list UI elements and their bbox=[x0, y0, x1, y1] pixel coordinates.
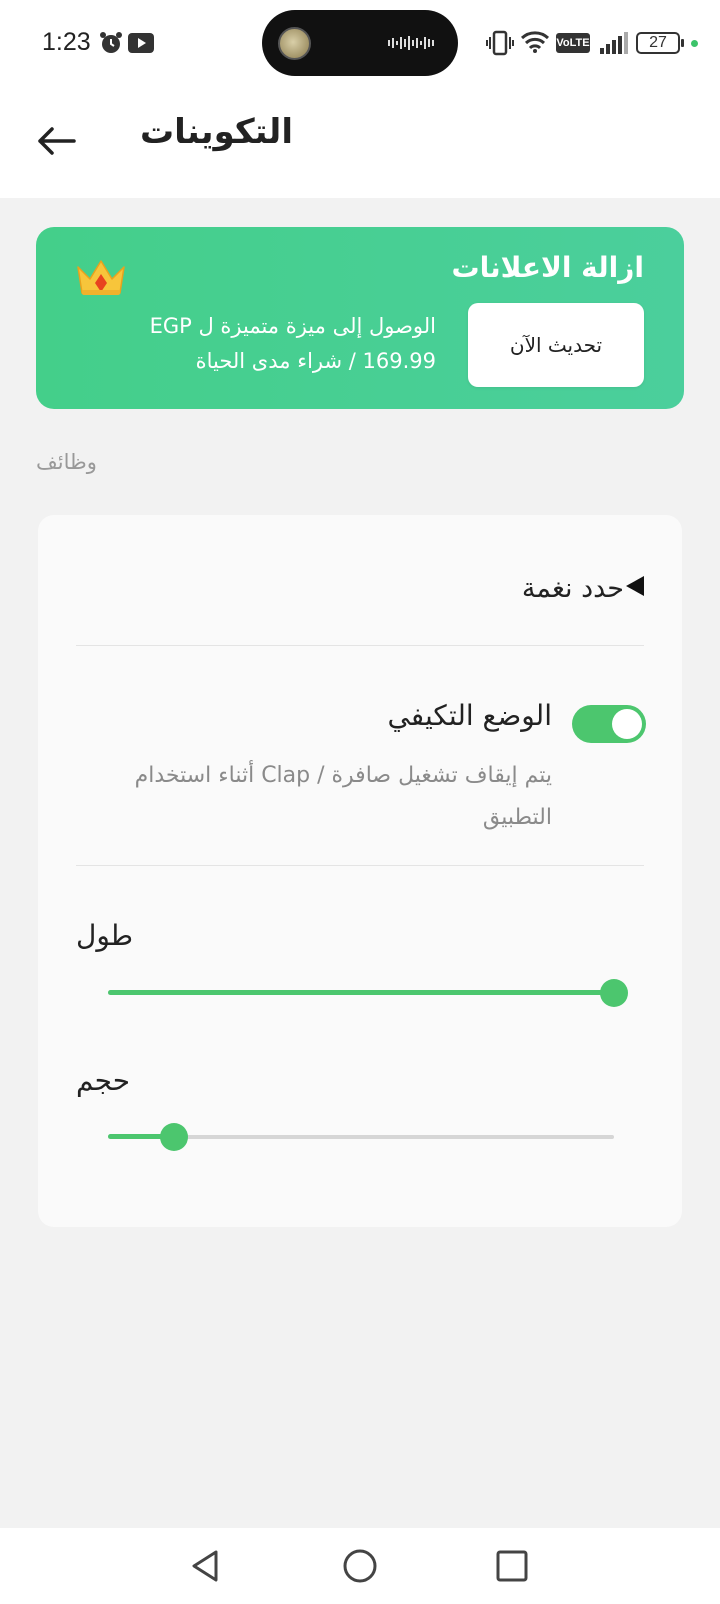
privacy-indicator-dot bbox=[691, 40, 698, 47]
length-slider[interactable] bbox=[108, 978, 628, 1008]
remove-ads-banner: ازالة الاعلانات الوصول إلى ميزة متميزة ل… bbox=[36, 227, 684, 409]
slider-fill bbox=[108, 990, 614, 995]
slider-thumb[interactable] bbox=[600, 979, 628, 1007]
volume-label: حجم bbox=[76, 1064, 131, 1097]
audio-wave-icon bbox=[388, 35, 438, 55]
select-tone-label: حدد نغمة bbox=[522, 573, 646, 605]
adaptive-mode-description: يتم إيقاف تشغيل صافرة / Clap أثناء استخد… bbox=[134, 763, 552, 830]
media-avatar bbox=[278, 27, 311, 60]
select-tone-text: حدد نغمة bbox=[521, 573, 624, 604]
status-time: 1:23 bbox=[42, 28, 91, 56]
section-label-functions: وظائف bbox=[36, 450, 97, 474]
adaptive-mode-toggle[interactable] bbox=[572, 705, 646, 743]
dynamic-island bbox=[262, 10, 458, 76]
system-nav-bar bbox=[0, 1528, 720, 1604]
nav-home-button[interactable] bbox=[340, 1546, 380, 1586]
status-bar: 1:23 VoLTE 27 bbox=[0, 0, 720, 88]
recents-square-icon bbox=[496, 1550, 528, 1582]
arrow-left-icon bbox=[38, 127, 76, 155]
home-circle-icon bbox=[343, 1549, 377, 1583]
banner-description: الوصول إلى ميزة متميزة ل EGP 169.99 / شر… bbox=[106, 309, 436, 379]
back-triangle-icon bbox=[192, 1550, 218, 1582]
battery-icon: 27 bbox=[636, 32, 684, 54]
banner-description-line1: الوصول إلى ميزة متميزة ل EGP bbox=[149, 314, 436, 338]
banner-title: ازالة الاعلانات bbox=[451, 251, 644, 284]
app-bar: التكوينات bbox=[0, 88, 720, 198]
wifi-icon bbox=[520, 30, 550, 58]
adaptive-mode-title: الوضع التكيفي bbox=[387, 699, 552, 732]
upgrade-now-button[interactable]: تحديث الآن bbox=[468, 303, 644, 387]
crown-icon bbox=[74, 257, 128, 297]
divider bbox=[76, 645, 644, 646]
signal-icon bbox=[600, 32, 628, 58]
vibrate-icon bbox=[486, 30, 514, 60]
back-button[interactable] bbox=[30, 114, 84, 168]
alarm-icon bbox=[98, 30, 124, 60]
youtube-icon bbox=[128, 33, 154, 57]
divider bbox=[76, 865, 644, 866]
toggle-knob bbox=[612, 709, 642, 739]
page-title: التكوينات bbox=[140, 112, 293, 152]
select-tone-row[interactable]: حدد نغمة bbox=[74, 535, 646, 635]
volte-badge: VoLTE bbox=[556, 33, 590, 53]
play-triangle-icon bbox=[624, 574, 646, 605]
volume-slider[interactable] bbox=[108, 1122, 614, 1152]
nav-back-button[interactable] bbox=[186, 1546, 226, 1586]
nav-recents-button[interactable] bbox=[492, 1546, 532, 1586]
slider-thumb[interactable] bbox=[159, 1123, 188, 1151]
length-label: طول bbox=[76, 919, 134, 952]
settings-card: حدد نغمة الوضع التكيفي يتم إيقاف تشغيل ص… bbox=[38, 515, 682, 1227]
banner-description-line2: 169.99 / شراء مدى الحياة bbox=[195, 349, 436, 373]
